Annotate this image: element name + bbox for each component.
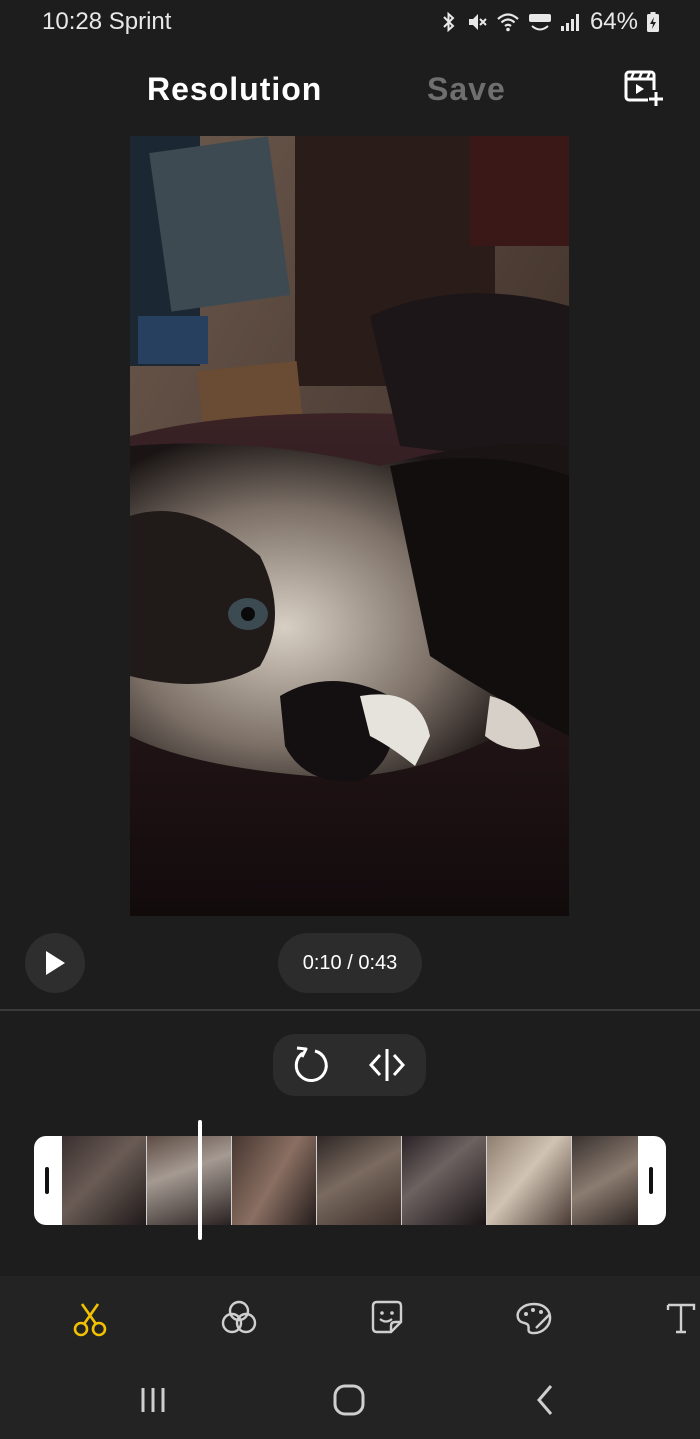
add-clip-button[interactable] bbox=[622, 68, 666, 108]
sticker-icon bbox=[371, 1300, 403, 1334]
timeline-frame bbox=[147, 1136, 232, 1225]
video-preview[interactable] bbox=[130, 136, 569, 916]
recents-icon bbox=[141, 1388, 165, 1412]
playhead[interactable] bbox=[198, 1120, 202, 1240]
back-icon bbox=[537, 1385, 553, 1415]
flip-icon bbox=[368, 1049, 406, 1081]
text-icon bbox=[666, 1303, 696, 1334]
volte-icon bbox=[528, 14, 551, 31]
scissors-icon bbox=[73, 1303, 107, 1337]
status-time-carrier: 10:28 Sprint bbox=[42, 8, 172, 35]
battery-percent: 64% bbox=[589, 8, 638, 35]
signal-icon bbox=[560, 14, 579, 31]
flip-button[interactable] bbox=[365, 1045, 409, 1085]
timeline-frame bbox=[62, 1136, 147, 1225]
trim-tool-button[interactable] bbox=[68, 1296, 112, 1340]
resolution-button[interactable]: Resolution bbox=[147, 71, 322, 108]
trim-handle-grip bbox=[45, 1167, 49, 1194]
battery-charging-icon bbox=[647, 12, 659, 32]
status-icons: 64% bbox=[440, 8, 660, 36]
divider bbox=[0, 1009, 700, 1011]
text-tool-button[interactable] bbox=[662, 1296, 700, 1340]
timeline-frame bbox=[572, 1136, 638, 1225]
home-icon bbox=[333, 1384, 365, 1416]
play-icon bbox=[46, 951, 65, 975]
playback-time: 0:10 / 0:43 bbox=[278, 933, 422, 993]
bluetooth-icon bbox=[443, 11, 455, 33]
filter-icon bbox=[221, 1300, 257, 1334]
editor-toolbar bbox=[0, 1276, 700, 1360]
recents-button[interactable] bbox=[131, 1380, 175, 1420]
filter-tool-button[interactable] bbox=[217, 1296, 261, 1340]
wifi-icon bbox=[497, 13, 519, 32]
system-nav-bar bbox=[0, 1360, 700, 1439]
trim-timeline[interactable] bbox=[34, 1136, 666, 1225]
transform-tools bbox=[273, 1034, 426, 1096]
trim-handle-end[interactable] bbox=[638, 1136, 666, 1225]
draw-tool-button[interactable] bbox=[512, 1296, 556, 1340]
timeline-frame bbox=[232, 1136, 317, 1225]
timeline-frame bbox=[487, 1136, 572, 1225]
timeline-frame bbox=[317, 1136, 402, 1225]
timeline-frames bbox=[62, 1136, 638, 1225]
play-button[interactable] bbox=[25, 933, 85, 993]
rotate-button[interactable] bbox=[289, 1045, 333, 1085]
video-frame-image bbox=[130, 136, 569, 916]
home-button[interactable] bbox=[327, 1380, 371, 1420]
sticker-tool-button[interactable] bbox=[365, 1296, 409, 1340]
add-clip-icon bbox=[624, 70, 664, 106]
editor-header: Resolution Save bbox=[0, 56, 700, 124]
palette-icon bbox=[516, 1302, 552, 1335]
trim-handle-start[interactable] bbox=[34, 1136, 62, 1225]
mute-icon bbox=[468, 14, 487, 30]
trim-handle-grip bbox=[649, 1167, 653, 1194]
rotate-icon bbox=[294, 1046, 328, 1083]
back-button[interactable] bbox=[524, 1380, 568, 1420]
status-bar: 10:28 Sprint 64% bbox=[0, 0, 700, 46]
save-button[interactable]: Save bbox=[427, 71, 506, 108]
timeline-frame bbox=[402, 1136, 487, 1225]
